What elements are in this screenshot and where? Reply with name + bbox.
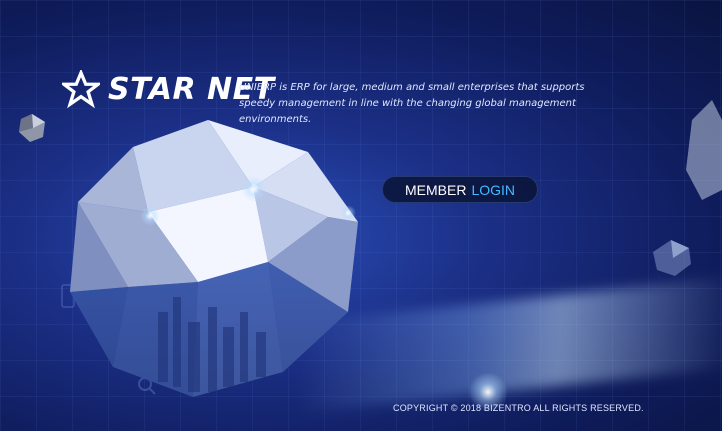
brand-tagline: UNIERP is ERP for large, medium and smal… bbox=[239, 82, 585, 125]
crystal-gem-graphic bbox=[70, 120, 358, 397]
light-flare bbox=[340, 205, 356, 221]
login-screen: STAR NET UNIERP is ERP for large, medium… bbox=[0, 0, 722, 431]
small-gem-right bbox=[653, 240, 691, 276]
light-flare bbox=[241, 176, 267, 202]
light-flare bbox=[140, 206, 160, 226]
small-gem-edge bbox=[686, 100, 722, 200]
member-login-button[interactable]: MEMBER LOGIN bbox=[382, 176, 538, 203]
copyright-text: COPYRIGHT © 2018 BIZENTRO ALL RIGHTS RES… bbox=[393, 403, 644, 413]
member-label: MEMBER bbox=[404, 181, 467, 198]
login-label: LOGIN bbox=[471, 181, 516, 198]
small-gem-left bbox=[19, 114, 45, 142]
star-logo-icon bbox=[62, 70, 100, 108]
